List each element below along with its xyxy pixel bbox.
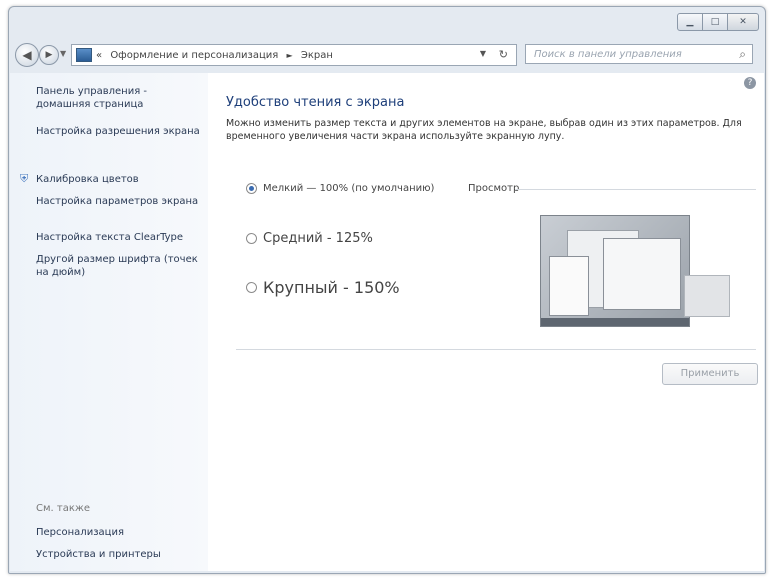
search-placeholder: Поиск в панели управления [534, 48, 682, 60]
radio-medium[interactable] [246, 233, 257, 244]
sidebar-item-resolution[interactable]: Настройка разрешения экрана [36, 125, 201, 138]
preview-menu [549, 256, 589, 316]
shield-icon: ⛨ [20, 172, 29, 185]
radio-large[interactable] [246, 282, 257, 293]
breadcrumb-separator-icon[interactable]: ► [287, 51, 293, 60]
address-dropdown-icon[interactable]: ▼ [480, 49, 486, 58]
arrow-left-icon: ◀ [22, 48, 32, 62]
toolbar: ◀ ▶ ▼ « Оформление и персонализация ► Эк… [9, 41, 765, 69]
sidebar-item-personalization[interactable]: Персонализация [36, 526, 201, 539]
minimize-icon[interactable]: ▁ [677, 13, 703, 31]
back-button[interactable]: ◀ [15, 43, 39, 67]
arrow-right-icon: ▶ [45, 50, 53, 60]
address-bar[interactable]: « Оформление и персонализация ► Экран ▼ … [71, 44, 517, 66]
history-dropdown-icon[interactable]: ▼ [60, 49, 66, 58]
forward-button[interactable]: ▶ [39, 45, 59, 65]
breadcrumb-personalization[interactable]: Оформление и персонализация [110, 50, 278, 61]
option-medium-label[interactable]: Средний - 125% [263, 231, 373, 246]
page-title: Удобство чтения с экрана [226, 95, 405, 110]
sidebar-item-cleartype[interactable]: Настройка текста ClearType [36, 231, 201, 244]
option-small[interactable]: Мелкий — 100% (по умолчанию) [246, 183, 434, 194]
option-large[interactable]: Крупный - 150% [246, 278, 400, 297]
refresh-icon[interactable]: ↻ [499, 48, 508, 61]
caption-buttons: ▁ □ ✕ [677, 13, 759, 31]
breadcrumb: « Оформление и персонализация ► Экран [96, 50, 338, 61]
preview-taskbar [541, 318, 689, 326]
sidebar-item-home[interactable]: Панель управления - домашняя страница [36, 85, 201, 111]
breadcrumb-display[interactable]: Экран [301, 50, 333, 61]
help-icon[interactable]: ? [744, 77, 756, 89]
search-icon[interactable]: ⌕ [739, 47, 746, 62]
sidebar-item-dpi[interactable]: Другой размер шрифта (точек на дюйм) [36, 253, 201, 279]
preview-divider [516, 189, 756, 190]
preview-window-content [684, 275, 730, 317]
page-description: Можно изменить размер текста и других эл… [226, 118, 742, 142]
option-small-label[interactable]: Мелкий — 100% (по умолчанию) [263, 183, 434, 194]
control-panel-icon [76, 48, 92, 62]
radio-small[interactable] [246, 183, 257, 194]
maximize-icon[interactable]: □ [702, 13, 728, 31]
window: ▁ □ ✕ ◀ ▶ ▼ « Оформление и персонализаци… [8, 6, 766, 574]
preview-window-front [603, 238, 730, 317]
section-divider [236, 349, 756, 350]
search-input[interactable]: Поиск в панели управления ⌕ [525, 44, 753, 64]
preview-image [540, 215, 730, 327]
sidebar-item-devices-printers[interactable]: Устройства и принтеры [36, 548, 201, 561]
see-also-title: См. также [36, 503, 91, 514]
preview-label: Просмотр [468, 183, 520, 194]
option-large-label[interactable]: Крупный - 150% [263, 278, 400, 297]
breadcrumb-prefix[interactable]: « [96, 50, 102, 61]
apply-button[interactable]: Применить [662, 363, 758, 385]
option-medium[interactable]: Средний - 125% [246, 231, 373, 246]
close-icon[interactable]: ✕ [727, 13, 759, 31]
content-area: Панель управления - домашняя страница На… [10, 73, 764, 571]
sidebar-item-display-settings[interactable]: Настройка параметров экрана [36, 195, 201, 208]
sidebar-item-color-calibration[interactable]: Калибровка цветов [36, 173, 201, 186]
sidebar: Панель управления - домашняя страница На… [10, 73, 208, 571]
